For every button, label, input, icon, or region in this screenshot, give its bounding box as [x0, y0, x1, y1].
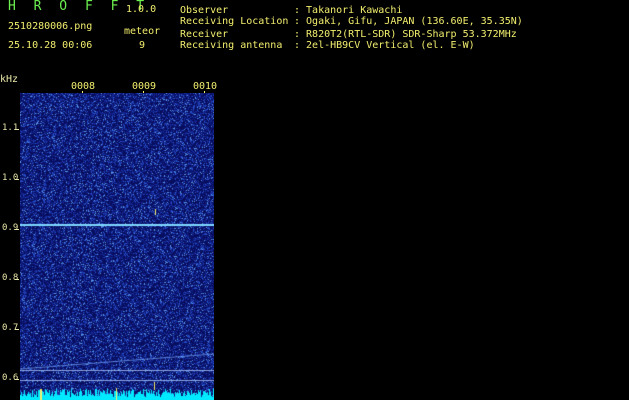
- info-value-location: : Ogaki, Gifu, JAPAN (136.60E, 35.35N): [294, 16, 523, 27]
- x-tick-label: 0009: [132, 81, 157, 92]
- info-key-antenna: Receiving antenna: [180, 40, 283, 51]
- y-tick-mark: [15, 179, 19, 180]
- y-tick-mark: [15, 329, 19, 330]
- file-timestamp: 25.10.28 00:06: [8, 40, 93, 51]
- info-value-receiver: : R820T2(RTL-SDR) SDR-Sharp 53.372MHz: [294, 29, 517, 40]
- y-tick-mark: [15, 279, 19, 280]
- meteor-count: 9: [139, 40, 146, 51]
- y-tick-mark: [15, 379, 19, 380]
- info-key-receiver: Receiver: [180, 29, 229, 40]
- app-version: 1.0.0: [126, 4, 157, 15]
- info-key-observer: Observer: [180, 5, 229, 16]
- y-tick-mark: [15, 229, 19, 230]
- info-value-observer: : Takanori Kawachi: [294, 5, 403, 16]
- info-key-location: Receiving Location: [180, 16, 289, 27]
- info-value-antenna: : 2el-HB9CV Vertical (el. E-W): [294, 40, 475, 51]
- x-tick-label: 0008: [71, 81, 96, 92]
- file-name: 2510280006.png: [8, 21, 93, 32]
- spectrogram-plot: [20, 93, 214, 400]
- y-tick-mark: [15, 129, 19, 130]
- x-tick-label: 0010: [193, 81, 218, 92]
- y-axis-unit: kHz: [0, 74, 19, 85]
- meteor-label: meteor: [124, 26, 161, 37]
